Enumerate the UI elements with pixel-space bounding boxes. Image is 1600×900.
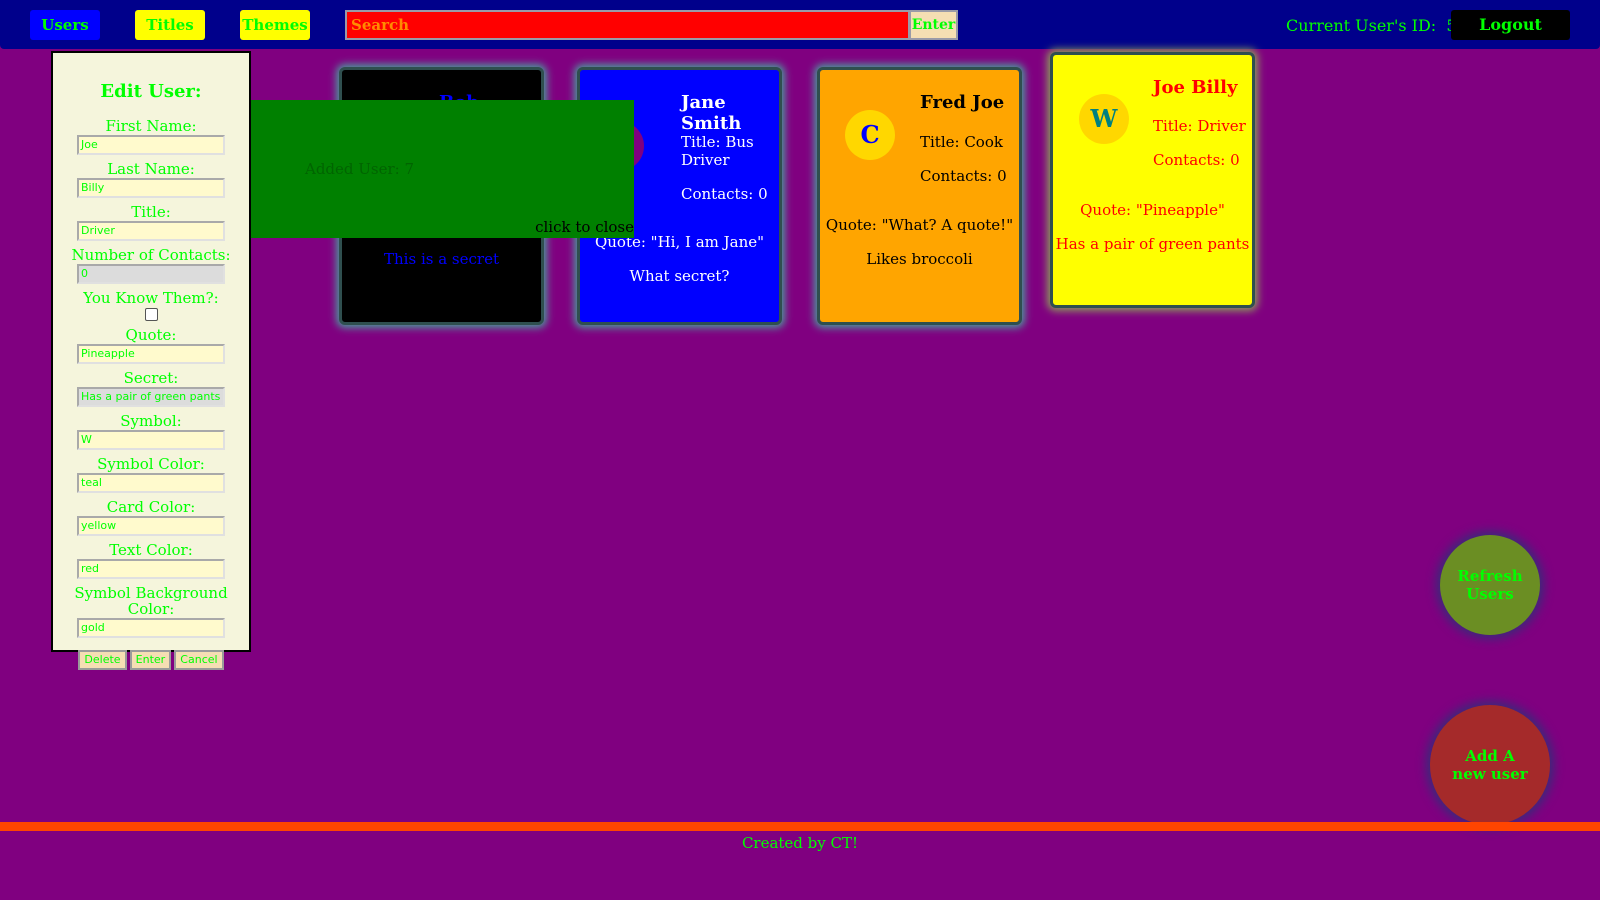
- contacts-label: Number of Contacts:: [71, 246, 231, 264]
- card-name: Jane Smith: [681, 92, 742, 134]
- symbol-bg-label: Symbol Background Color:: [74, 584, 228, 618]
- symbol-bg-field[interactable]: gold: [77, 618, 225, 638]
- card-title: Title: Cook: [920, 133, 1003, 151]
- text-color-label: Text Color:: [109, 541, 193, 559]
- card-contacts: Contacts: 0: [1153, 151, 1240, 169]
- nav-titles-button[interactable]: Titles: [135, 10, 205, 40]
- contacts-field: 0: [77, 264, 225, 284]
- popup-message: Added User: 7: [305, 160, 415, 178]
- add-user-button[interactable]: Add A new user: [1430, 705, 1550, 825]
- cancel-button[interactable]: Cancel: [174, 650, 224, 670]
- first-name-label: First Name:: [105, 117, 197, 135]
- title-field[interactable]: Driver: [77, 221, 225, 241]
- popup-close-link[interactable]: click to close: [535, 218, 634, 236]
- refresh-users-label: Refresh Users: [1457, 567, 1523, 603]
- card-contacts: Contacts: 0: [920, 167, 1007, 185]
- edit-panel-title: Edit User:: [100, 81, 202, 102]
- logout-button[interactable]: Logout: [1451, 10, 1570, 40]
- title-label: Title:: [131, 203, 171, 221]
- card-title: Title: Bus Driver: [681, 133, 754, 169]
- card-quote: Quote: "What? A quote!": [825, 216, 1014, 234]
- card-title: Title: Driver: [1153, 117, 1246, 135]
- search-enter-button[interactable]: Enter: [909, 10, 958, 40]
- card-color-field[interactable]: yellow: [77, 516, 225, 536]
- edit-panel-buttons: Delete Enter Cancel: [53, 648, 249, 670]
- add-user-label: Add A new user: [1452, 747, 1528, 783]
- last-name-field[interactable]: Billy: [77, 178, 225, 198]
- current-user-id: Current User's ID: 5: [1286, 16, 1457, 35]
- enter-button[interactable]: Enter: [129, 650, 172, 670]
- top-nav-bar: Users Titles Themes Enter Current User's…: [0, 0, 1600, 49]
- card-secret: Has a pair of green pants: [1055, 235, 1250, 253]
- card-secret: Likes broccoli: [866, 250, 973, 268]
- nav-users-button[interactable]: Users: [30, 10, 100, 40]
- card-color-label: Card Color:: [106, 498, 196, 516]
- first-name-field[interactable]: Joe: [77, 135, 225, 155]
- user-card-fred-joe[interactable]: C Fred Joe Title: Cook Contacts: 0 Quote…: [817, 67, 1022, 325]
- secret-field: Has a pair of green pants: [77, 387, 225, 407]
- last-name-label: Last Name:: [107, 160, 195, 178]
- card-secret: What secret?: [629, 267, 730, 285]
- card-quote: Quote: "Pineapple": [1080, 201, 1225, 219]
- know-them-label: You Know Them?:: [83, 289, 219, 307]
- text-color-field[interactable]: red: [77, 559, 225, 579]
- quote-field[interactable]: Pineapple: [77, 344, 225, 364]
- footer-credit: Created by CT!: [741, 834, 859, 852]
- symbol-label: Symbol:: [120, 412, 182, 430]
- secret-label: Secret:: [123, 369, 179, 387]
- refresh-users-button[interactable]: Refresh Users: [1440, 535, 1540, 635]
- symbol-color-field[interactable]: teal: [77, 473, 225, 493]
- user-card-joe-billy[interactable]: W Joe Billy Title: Driver Contacts: 0 Qu…: [1050, 52, 1255, 308]
- card-name: Fred Joe: [920, 92, 1005, 113]
- know-them-checkbox[interactable]: [144, 308, 158, 321]
- search-input[interactable]: [345, 10, 910, 40]
- added-user-popup[interactable]: Added User: 7 click to close: [251, 100, 634, 238]
- card-contacts: Contacts: 0: [681, 185, 768, 203]
- edit-user-panel: Edit User: First Name: Joe Last Name: Bi…: [51, 51, 251, 670]
- delete-button[interactable]: Delete: [78, 650, 127, 670]
- card-name: Joe Billy: [1153, 77, 1238, 98]
- quote-label: Quote:: [125, 326, 177, 344]
- card-secret: This is a secret: [384, 250, 499, 268]
- nav-themes-button[interactable]: Themes: [240, 10, 310, 40]
- card-symbol: C: [845, 110, 895, 160]
- symbol-color-label: Symbol Color:: [97, 455, 205, 473]
- symbol-field[interactable]: W: [77, 430, 225, 450]
- card-symbol: W: [1079, 94, 1129, 144]
- footer-divider: [0, 822, 1600, 831]
